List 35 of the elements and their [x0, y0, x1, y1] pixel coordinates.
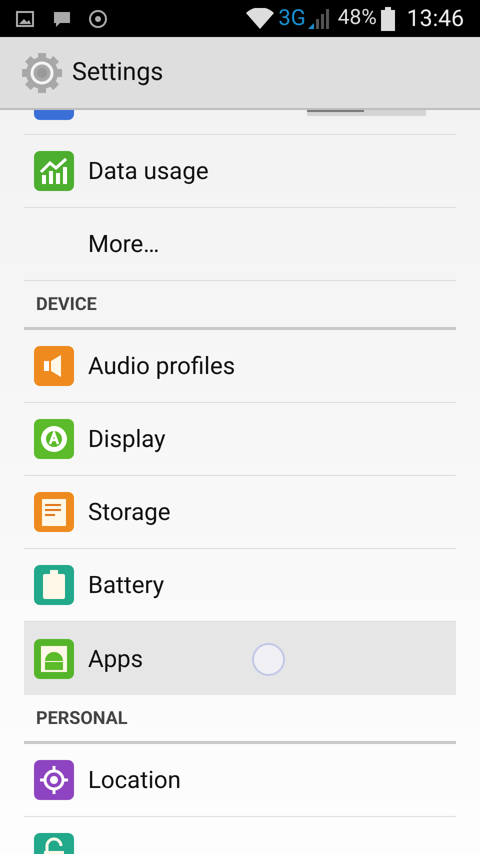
battery-icon [380, 6, 395, 30]
settings-icon[interactable] [20, 50, 64, 94]
image-icon [16, 10, 34, 26]
section-header: PERSONAL [36, 706, 128, 730]
settings-item[interactable]: Audio profiles [24, 330, 456, 403]
item-label: Apps [88, 644, 143, 674]
item-label: Location [88, 765, 181, 796]
speaker-icon [34, 346, 74, 386]
item-label: Battery [88, 570, 164, 601]
location-icon [34, 760, 74, 800]
item-label: Audio profiles [88, 351, 236, 382]
settings-item[interactable]: Location [24, 744, 456, 817]
signal-icon [306, 8, 330, 30]
gear-icon [34, 419, 74, 459]
touch-indicator [252, 643, 285, 676]
clock: 13:46 [406, 7, 464, 30]
settings-item[interactable]: Data usage [24, 135, 456, 208]
app-icon [34, 110, 74, 122]
window-title: Settings [72, 56, 164, 89]
item-label: Data usage [88, 156, 209, 187]
settings-item[interactable]: Apps [24, 622, 456, 695]
item-label: Storage [88, 497, 170, 528]
section-header: DEVICE [36, 292, 97, 316]
network-type: 3G [278, 8, 306, 30]
battery-icon [34, 565, 74, 605]
target-icon [88, 8, 108, 28]
item-label: More… [88, 229, 160, 260]
wifi-icon [246, 8, 274, 30]
chart-icon [34, 151, 74, 191]
settings-item[interactable]: Display [24, 403, 456, 476]
battery-percent: 48% [338, 8, 377, 29]
settings-item[interactable]: Storage [24, 476, 456, 549]
item-label: Display [88, 424, 166, 455]
document-icon [34, 492, 74, 532]
settings-item[interactable]: More… [24, 208, 456, 281]
